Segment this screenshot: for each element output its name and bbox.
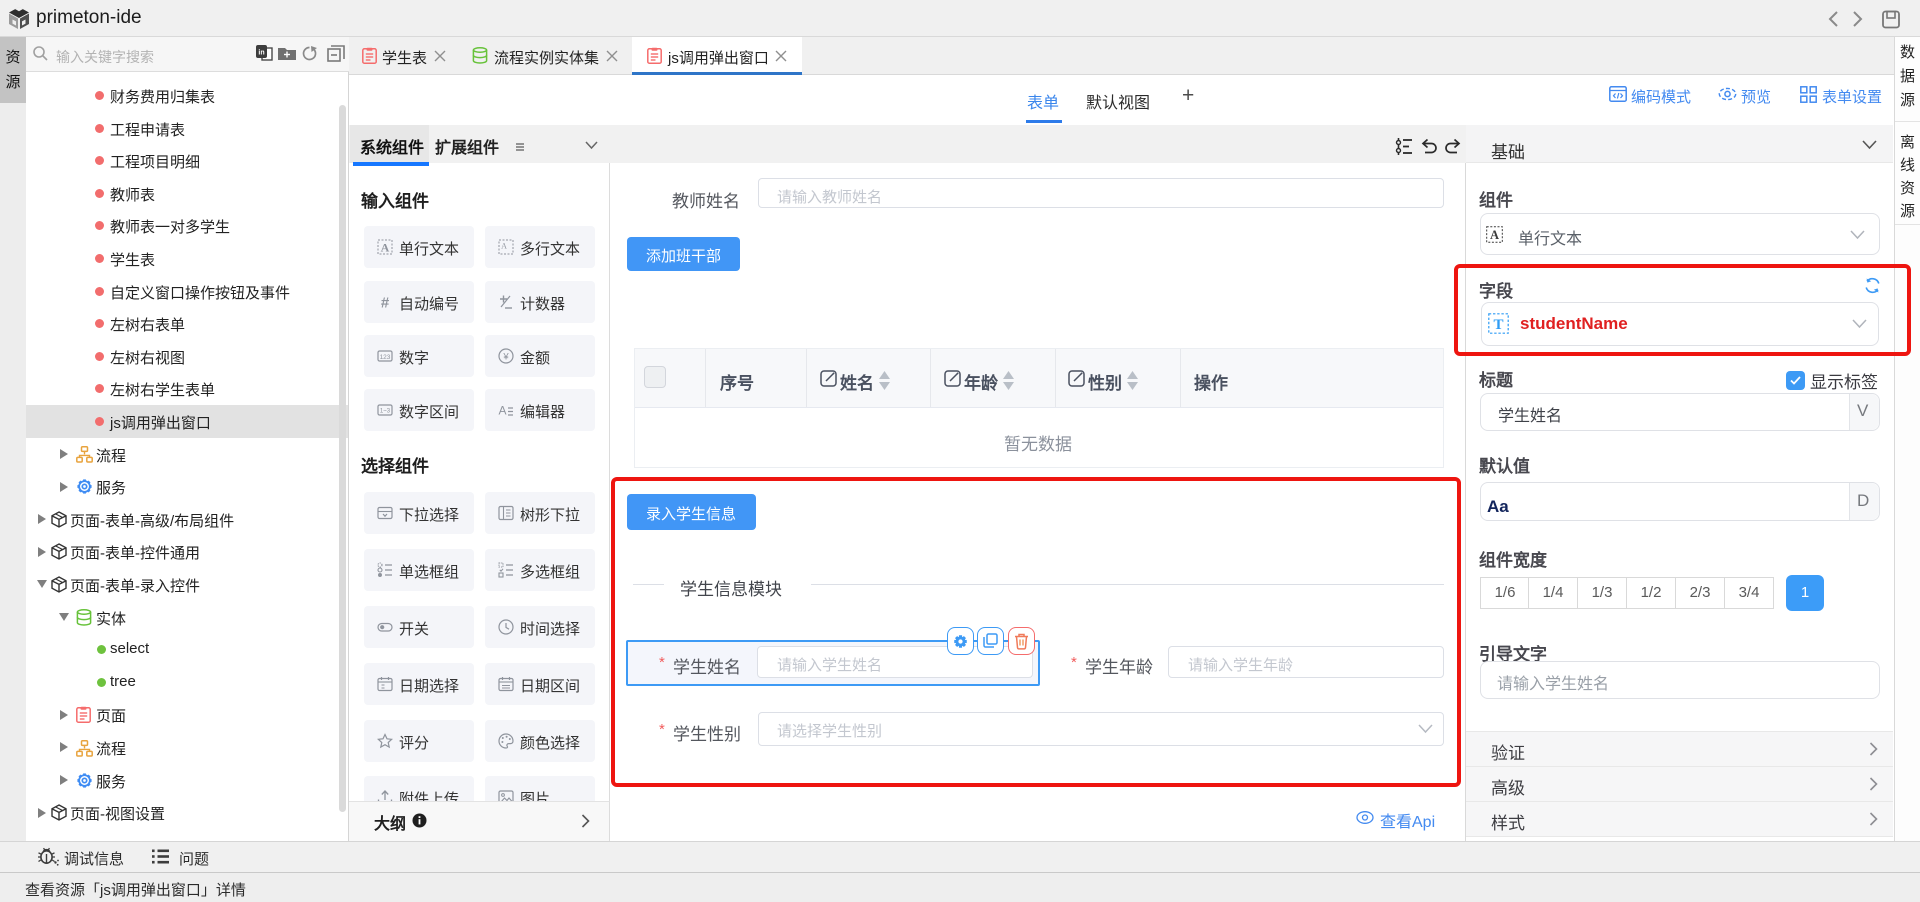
- svg-text:¥: ¥: [502, 351, 509, 362]
- svg-text:A: A: [501, 242, 507, 251]
- svg-text:A: A: [498, 403, 506, 417]
- svg-text:1~3: 1~3: [380, 408, 391, 414]
- svg-text:123: 123: [380, 354, 391, 361]
- svg-text:A: A: [381, 241, 390, 255]
- svg-text:in: in: [258, 50, 264, 57]
- svg-text:#: #: [381, 294, 390, 310]
- svg-text:A: A: [1490, 228, 1499, 242]
